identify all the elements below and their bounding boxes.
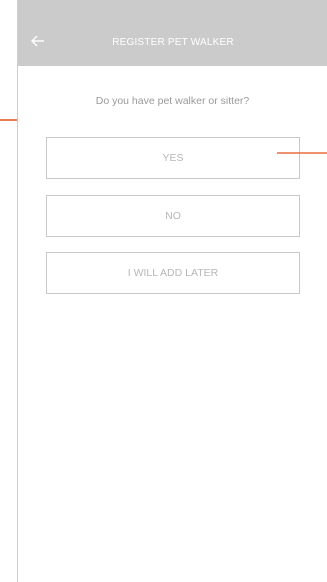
add-later-button[interactable]: I WILL ADD LATER [46,252,300,294]
add-later-button-label: I WILL ADD LATER [127,267,219,279]
no-button-label: NO [165,210,181,222]
canvas: REGISTER PET WALKER Do you have pet walk… [0,0,327,582]
yes-button[interactable]: YES [46,137,300,179]
yes-button-label: YES [162,152,184,164]
app-bar: REGISTER PET WALKER [18,0,327,66]
question-text: Do you have pet walker or sitter? [95,95,250,107]
no-button[interactable]: NO [46,195,300,237]
page-title: REGISTER PET WALKER [112,37,234,48]
phone-screen: REGISTER PET WALKER Do you have pet walk… [17,0,327,582]
